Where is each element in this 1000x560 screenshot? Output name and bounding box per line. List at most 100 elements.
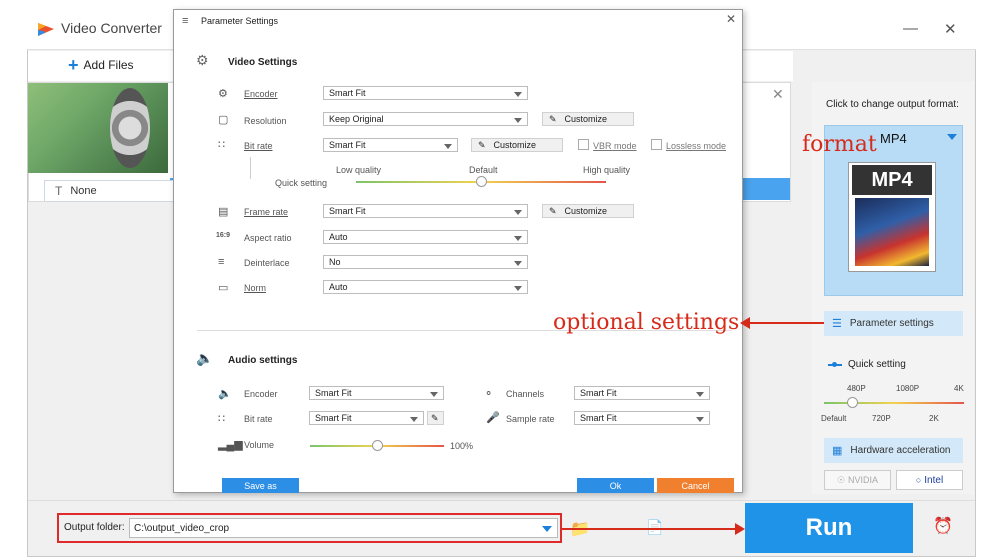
- subtitle-select[interactable]: T None: [44, 180, 174, 202]
- hardware-acceleration-button[interactable]: ▦ Hardware acceleration: [824, 438, 963, 463]
- output-folder-label: Output folder:: [64, 522, 125, 533]
- video-bitrate-label[interactable]: Bit rate: [244, 141, 273, 151]
- frame-rate-select[interactable]: Smart Fit: [323, 204, 528, 218]
- dialog-close-button[interactable]: ✕: [726, 12, 736, 26]
- quick-setting-icon: [828, 361, 842, 367]
- lossless-mode-label[interactable]: Lossless mode: [666, 141, 726, 151]
- channels-select[interactable]: Smart Fit: [574, 386, 710, 400]
- channels-label: Channels: [506, 389, 545, 399]
- channels-icon: ⚬: [484, 388, 494, 400]
- run-button[interactable]: Run: [745, 503, 913, 553]
- lossless-mode-checkbox[interactable]: [651, 139, 662, 150]
- sample-rate-select[interactable]: Smart Fit: [574, 411, 710, 425]
- minimize-button[interactable]: —: [903, 20, 918, 37]
- parameter-settings-button[interactable]: ☰ Parameter settings: [824, 311, 963, 336]
- vbr-mode-checkbox[interactable]: [578, 139, 589, 150]
- tick-1080p: 1080P: [896, 384, 920, 393]
- frame-rate-customize-label: Customize: [564, 206, 608, 216]
- mp4-icon-label: MP4: [852, 165, 932, 195]
- output-folder-input[interactable]: C:\output_video_crop: [129, 518, 558, 538]
- cancel-button[interactable]: Cancel: [657, 478, 734, 493]
- video-bitrate-select[interactable]: Smart Fit: [323, 138, 458, 152]
- video-encoder-select[interactable]: Smart Fit: [323, 86, 528, 100]
- bitrate-customize-button[interactable]: ✎ Customize: [471, 138, 563, 152]
- resolution-label: Resolution: [244, 116, 287, 126]
- dialog-title: Parameter Settings: [201, 16, 279, 26]
- format-name: MP4: [880, 131, 907, 146]
- output-folder-dropdown-icon[interactable]: [542, 526, 552, 532]
- app-title: Video Converter: [61, 20, 162, 36]
- quick-setting-text: Quick setting: [275, 178, 328, 188]
- alarm-clock-icon[interactable]: ⏰: [933, 516, 953, 536]
- mp4-icon-image: [855, 198, 929, 266]
- parameter-settings-label: Parameter settings: [849, 318, 934, 329]
- sample-rate-label: Sample rate: [506, 414, 555, 424]
- annotation-arrowhead-run: [735, 523, 745, 535]
- bitrate-customize-label: Customize: [493, 140, 537, 150]
- nvidia-eye-icon: ☉: [836, 474, 846, 485]
- norm-select[interactable]: Auto: [323, 280, 528, 294]
- deinterlace-icon: ≡: [218, 256, 225, 268]
- deinterlace-select[interactable]: No: [323, 255, 528, 269]
- nvidia-option[interactable]: ☉ NVIDIA: [824, 470, 891, 490]
- volume-slider-knob[interactable]: [372, 440, 383, 451]
- microphone-icon: 🎤: [486, 412, 500, 424]
- deinterlace-label: Deinterlace: [244, 258, 290, 268]
- frame-rate-icon: ▤: [218, 206, 229, 218]
- nvidia-label: NVIDIA: [848, 475, 879, 485]
- audio-encoder-select[interactable]: Smart Fit: [309, 386, 444, 400]
- aspect-ratio-icon: 16:9: [216, 232, 231, 239]
- close-window-button[interactable]: ✕: [944, 20, 957, 38]
- sliders-icon: ☰: [832, 318, 842, 330]
- pencil-icon: ✎: [431, 412, 439, 423]
- norm-monitor-icon: ▭: [218, 282, 229, 294]
- add-files-button[interactable]: + Add Files: [68, 56, 134, 74]
- tick-default: Default: [821, 414, 847, 423]
- quick-setting-slider[interactable]: [824, 402, 964, 404]
- video-settings-icon: ⚙: [196, 52, 209, 68]
- intel-label: Intel: [924, 474, 944, 486]
- quality-connector-line: [250, 157, 251, 179]
- resolution-select[interactable]: Keep Original: [323, 112, 528, 126]
- resolution-customize-label: Customize: [564, 114, 608, 124]
- quick-setting-label: Quick setting: [848, 359, 906, 370]
- format-annotation: format: [802, 132, 877, 157]
- pencil-icon: ✎: [549, 113, 557, 124]
- annotation-arrow-run: [562, 528, 737, 530]
- remove-file-button[interactable]: ✕: [772, 86, 784, 103]
- default-quality-label: Default: [469, 165, 498, 175]
- vbr-mode-label[interactable]: VBR mode: [593, 141, 637, 151]
- tick-720p: 720P: [872, 414, 891, 423]
- intel-option[interactable]: ○ Intel: [896, 470, 963, 490]
- norm-label[interactable]: Norm: [244, 283, 266, 293]
- pencil-icon: ✎: [478, 139, 486, 150]
- optional-settings-annotation: optional settings: [553, 310, 740, 335]
- text-icon: T: [55, 184, 63, 198]
- audio-bitrate-select[interactable]: Smart Fit: [309, 411, 424, 425]
- volume-label: Volume: [244, 440, 275, 450]
- settings-icon: ≡: [182, 15, 189, 27]
- frame-rate-customize-button[interactable]: ✎ Customize: [542, 204, 634, 218]
- annotation-arrow-parameter: [748, 322, 824, 324]
- resolution-customize-button[interactable]: ✎ Customize: [542, 112, 634, 126]
- quick-setting-slider-knob[interactable]: [847, 397, 858, 408]
- pencil-icon: ✎: [549, 205, 557, 216]
- quick-setting-header: Quick setting: [828, 359, 906, 370]
- audio-settings-heading: Audio settings: [228, 355, 298, 366]
- tick-480p: 480P: [847, 384, 866, 393]
- audio-encoder-label: Encoder: [244, 389, 278, 399]
- ok-button[interactable]: Ok: [577, 478, 654, 493]
- tick-4k: 4K: [954, 384, 964, 393]
- chevron-down-icon[interactable]: [947, 134, 957, 140]
- save-as-button[interactable]: Save as: [222, 478, 299, 493]
- annotation-arrowhead-parameter: [740, 317, 750, 329]
- quality-slider-knob[interactable]: [476, 176, 487, 187]
- aspect-ratio-select[interactable]: Auto: [323, 230, 528, 244]
- audio-settings-icon: 🔈: [196, 350, 214, 366]
- volume-bars-icon: ▂▄▆: [218, 439, 243, 451]
- aspect-ratio-label: Aspect ratio: [244, 233, 292, 243]
- video-encoder-label[interactable]: Encoder: [244, 89, 278, 99]
- hardware-acceleration-label: Hardware acceleration: [850, 445, 951, 456]
- audio-bitrate-edit-button[interactable]: ✎: [427, 411, 444, 425]
- frame-rate-label[interactable]: Frame rate: [244, 207, 288, 217]
